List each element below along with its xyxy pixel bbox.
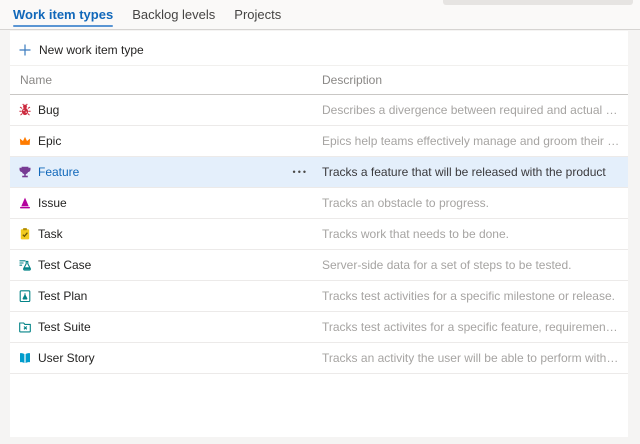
- work-item-type-description: Describes a divergence between required …: [322, 103, 628, 117]
- test-case-icon: [18, 258, 32, 272]
- user-story-icon: [18, 351, 32, 365]
- table-row[interactable]: Task Tracks work that needs to be done.: [10, 219, 628, 250]
- new-work-item-type-button[interactable]: New work item type: [10, 35, 628, 66]
- work-item-type-description: Epics help teams effectively manage and …: [322, 134, 628, 148]
- test-suite-icon: [18, 320, 32, 334]
- work-item-type-description: Tracks test activites for a specific fea…: [322, 320, 628, 334]
- table-row[interactable]: Test Case Server-side data for a set of …: [10, 250, 628, 281]
- ellipsis-icon[interactable]: •••: [293, 168, 308, 177]
- table-row[interactable]: Test Suite Tracks test activites for a s…: [10, 312, 628, 343]
- work-item-type-description: Tracks a feature that will be released w…: [322, 165, 628, 179]
- table-header: Name Description: [10, 66, 628, 95]
- work-item-type-name: Test Case: [38, 258, 91, 272]
- work-item-type-name: Test Suite: [38, 320, 91, 334]
- work-item-type-name: Bug: [38, 103, 59, 117]
- tab-backlog-levels[interactable]: Backlog levels: [132, 0, 215, 29]
- tab-work-item-types[interactable]: Work item types: [13, 0, 113, 29]
- plus-icon: [18, 43, 32, 57]
- content-card: New work item type Name Description Bug …: [10, 31, 628, 437]
- table-row[interactable]: User Story Tracks an activity the user w…: [10, 343, 628, 374]
- bug-icon: [18, 103, 32, 117]
- column-header-name: Name: [10, 73, 322, 87]
- task-icon: [18, 227, 32, 241]
- table-body: Bug Describes a divergence between requi…: [10, 95, 628, 374]
- work-item-type-name: Test Plan: [38, 289, 87, 303]
- work-item-type-description: Tracks test activities for a specific mi…: [322, 289, 628, 303]
- issue-icon: [18, 196, 32, 210]
- new-work-item-type-label: New work item type: [39, 43, 144, 57]
- work-item-type-name: Issue: [38, 196, 67, 210]
- epic-icon: [18, 134, 32, 148]
- work-item-type-description: Tracks work that needs to be done.: [322, 227, 628, 241]
- scrollbar-thumb[interactable]: [443, 0, 633, 5]
- work-item-type-name: Task: [38, 227, 63, 241]
- table-row[interactable]: Issue Tracks an obstacle to progress.: [10, 188, 628, 219]
- work-item-type-name: Epic: [38, 134, 61, 148]
- test-plan-icon: [18, 289, 32, 303]
- work-item-type-name: Feature: [38, 165, 79, 179]
- work-item-type-description: Tracks an activity the user will be able…: [322, 351, 628, 365]
- column-header-description: Description: [322, 73, 628, 87]
- feature-icon: [18, 165, 32, 179]
- tab-projects[interactable]: Projects: [234, 0, 281, 29]
- table-row[interactable]: Test Plan Tracks test activities for a s…: [10, 281, 628, 312]
- work-item-type-description: Tracks an obstacle to progress.: [322, 196, 628, 210]
- table-row[interactable]: Feature ••• Tracks a feature that will b…: [10, 157, 628, 188]
- table-row[interactable]: Epic Epics help teams effectively manage…: [10, 126, 628, 157]
- work-item-type-description: Server-side data for a set of steps to b…: [322, 258, 628, 272]
- table-row[interactable]: Bug Describes a divergence between requi…: [10, 95, 628, 126]
- work-item-type-name: User Story: [38, 351, 95, 365]
